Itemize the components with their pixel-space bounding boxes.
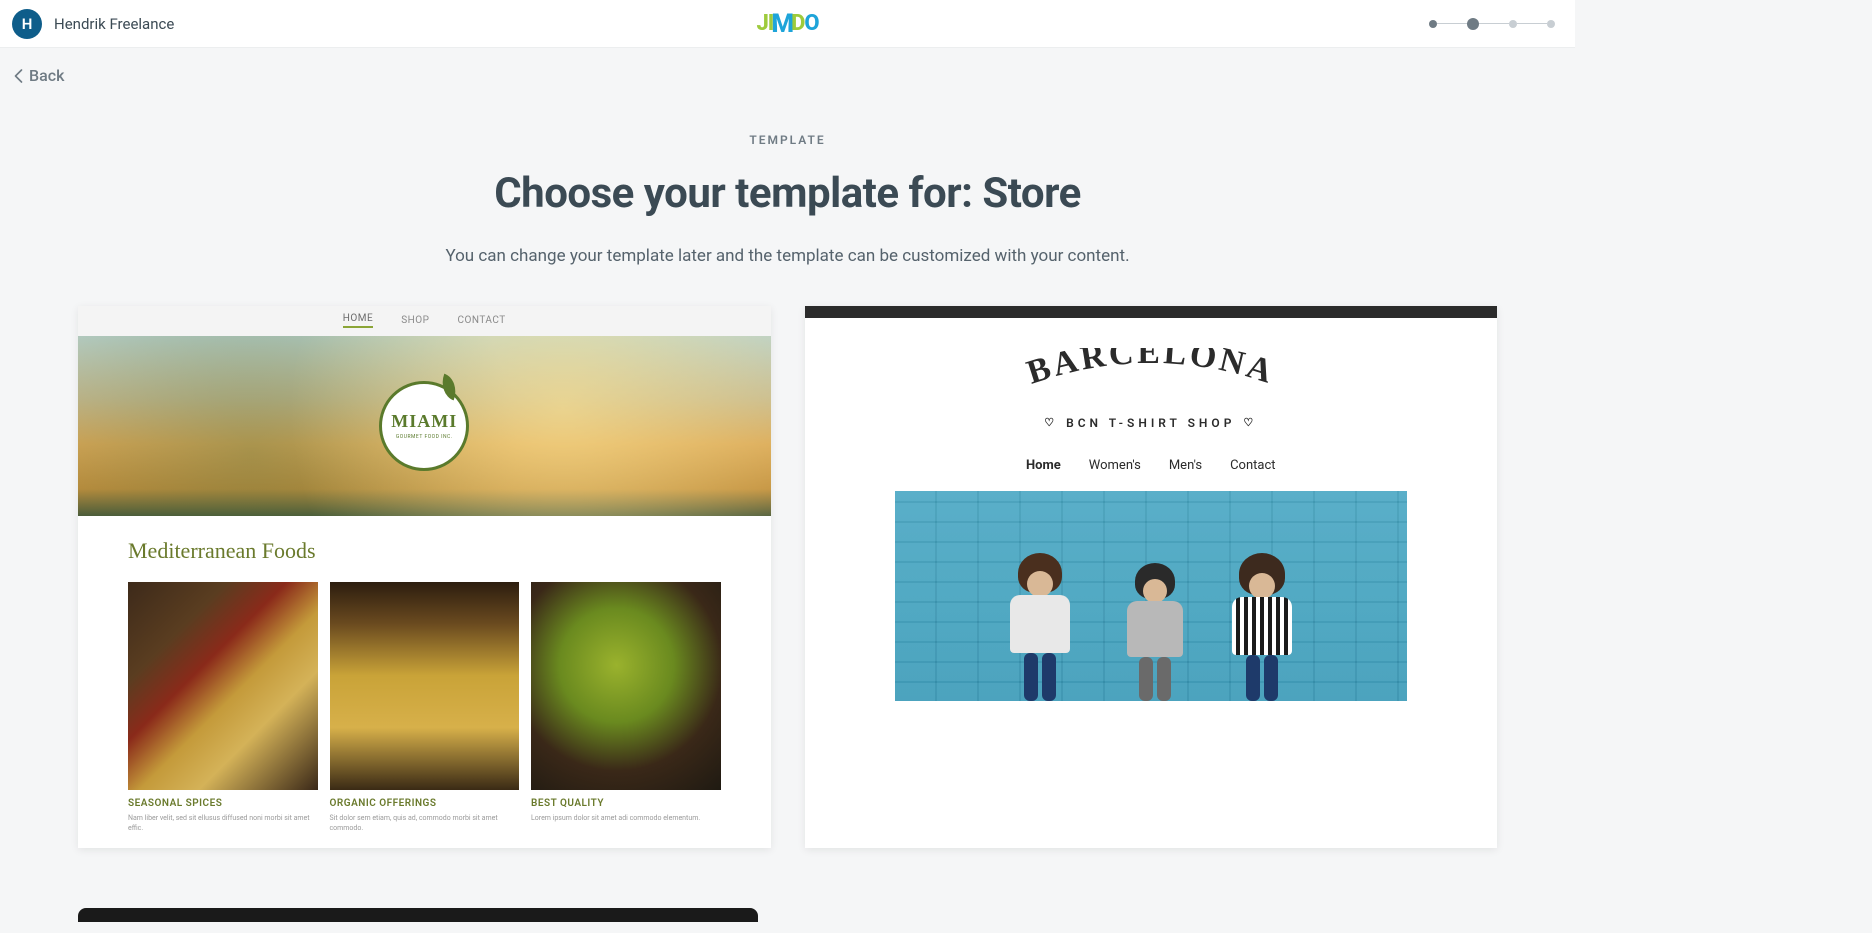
- barcelona-nav-mens: Men's: [1169, 458, 1202, 473]
- heart-icon: ♡: [1044, 416, 1058, 429]
- user-name: Hendrik Freelance: [54, 15, 174, 33]
- person-figure: [1105, 563, 1205, 701]
- miami-preview-body: Mediterranean Foods SEASONAL SPICES Nam …: [78, 516, 771, 848]
- progress-connector: [1437, 23, 1467, 24]
- barcelona-nav-home: Home: [1026, 458, 1061, 473]
- jimdo-logo[interactable]: J I M D O: [756, 9, 818, 39]
- barcelona-nav-contact: Contact: [1230, 458, 1275, 473]
- miami-col-quality: BEST QUALITY Lorem ipsum dolor sit amet …: [531, 582, 721, 834]
- barcelona-preview-nav: Home Women's Men's Contact: [825, 458, 1478, 473]
- miami-col-spices: SEASONAL SPICES Nam liber velit, sed sit…: [128, 582, 318, 834]
- progress-step-4: [1547, 20, 1555, 28]
- logo-letter: O: [804, 11, 818, 36]
- miami-col-title: SEASONAL SPICES: [128, 798, 318, 809]
- person-figure: [985, 553, 1095, 701]
- user-avatar[interactable]: H: [12, 9, 42, 39]
- miami-col-title: BEST QUALITY: [531, 798, 721, 809]
- barcelona-preview-topbar: [805, 306, 1498, 318]
- miami-preview-hero: MIAMI GOURMET FOOD INC.: [78, 336, 771, 516]
- barcelona-logo-wrap: BARCELONA: [825, 348, 1478, 400]
- logo-letter: J: [756, 11, 767, 36]
- miami-image-pasta: [330, 582, 520, 790]
- template-card-miami[interactable]: HOME SHOP CONTACT MIAMI GOURMET FOOD INC…: [78, 306, 771, 848]
- logo-letter: D: [791, 11, 804, 36]
- progress-stepper: [1429, 18, 1555, 30]
- miami-preview-nav: HOME SHOP CONTACT: [78, 306, 771, 336]
- miami-heading: Mediterranean Foods: [128, 538, 721, 564]
- person-figure: [1207, 553, 1317, 701]
- barcelona-nav-womens: Women's: [1089, 458, 1141, 473]
- leaf-icon: [437, 373, 461, 400]
- template-card-barcelona[interactable]: BARCELONA ♡ BCN T-SHIRT SHOP ♡ Home Wome…: [805, 306, 1498, 848]
- back-label: Back: [29, 66, 64, 85]
- miami-nav-contact: CONTACT: [457, 315, 505, 326]
- heart-icon: ♡: [1243, 416, 1257, 429]
- barcelona-tagline: ♡ BCN T-SHIRT SHOP ♡: [825, 416, 1478, 430]
- progress-connector: [1517, 23, 1547, 24]
- page-subtitle: You can change your template later and t…: [20, 246, 1555, 266]
- miami-nav-shop: SHOP: [401, 315, 429, 326]
- progress-step-1: [1429, 20, 1437, 28]
- progress-connector: [1479, 23, 1509, 24]
- barcelona-tagline-text: BCN T-SHIRT SHOP: [1066, 416, 1235, 430]
- miami-columns: SEASONAL SPICES Nam liber velit, sed sit…: [128, 582, 721, 834]
- app-header: H Hendrik Freelance J I M D O: [0, 0, 1575, 48]
- miami-image-olives: [531, 582, 721, 790]
- miami-logo-badge: MIAMI GOURMET FOOD INC.: [379, 381, 469, 471]
- hero-eyebrow: TEMPLATE: [20, 133, 1555, 147]
- miami-col-title: ORGANIC OFFERINGS: [330, 798, 520, 809]
- template-grid: HOME SHOP CONTACT MIAMI GOURMET FOOD INC…: [0, 306, 1575, 878]
- barcelona-preview-hero: [895, 491, 1408, 701]
- miami-col-text: Lorem ipsum dolor sit amet adi commodo e…: [531, 814, 721, 824]
- miami-image-spices: [128, 582, 318, 790]
- progress-step-2: [1467, 18, 1479, 30]
- back-button[interactable]: Back: [14, 66, 64, 85]
- miami-col-text: Sit dolor sem etiam, quis ad, commodo mo…: [330, 814, 520, 834]
- logo-letter: M: [771, 9, 793, 39]
- miami-badge-sub: GOURMET FOOD INC.: [396, 434, 453, 440]
- page-title: Choose your template for: Store: [20, 169, 1555, 218]
- back-row: Back: [0, 48, 1575, 87]
- svg-text:BARCELONA: BARCELONA: [1022, 348, 1279, 392]
- barcelona-logo: BARCELONA: [1001, 348, 1301, 396]
- miami-badge-name: MIAMI: [391, 411, 457, 432]
- miami-nav-home: HOME: [343, 313, 373, 328]
- page-hero: TEMPLATE Choose your template for: Store…: [0, 87, 1575, 306]
- template-card-peek[interactable]: [78, 908, 758, 922]
- chevron-left-icon: [14, 69, 23, 83]
- miami-col-organic: ORGANIC OFFERINGS Sit dolor sem etiam, q…: [330, 582, 520, 834]
- miami-col-text: Nam liber velit, sed sit ellusus diffuse…: [128, 814, 318, 834]
- progress-step-3: [1509, 20, 1517, 28]
- barcelona-preview-body: BARCELONA ♡ BCN T-SHIRT SHOP ♡ Home Wome…: [805, 318, 1498, 701]
